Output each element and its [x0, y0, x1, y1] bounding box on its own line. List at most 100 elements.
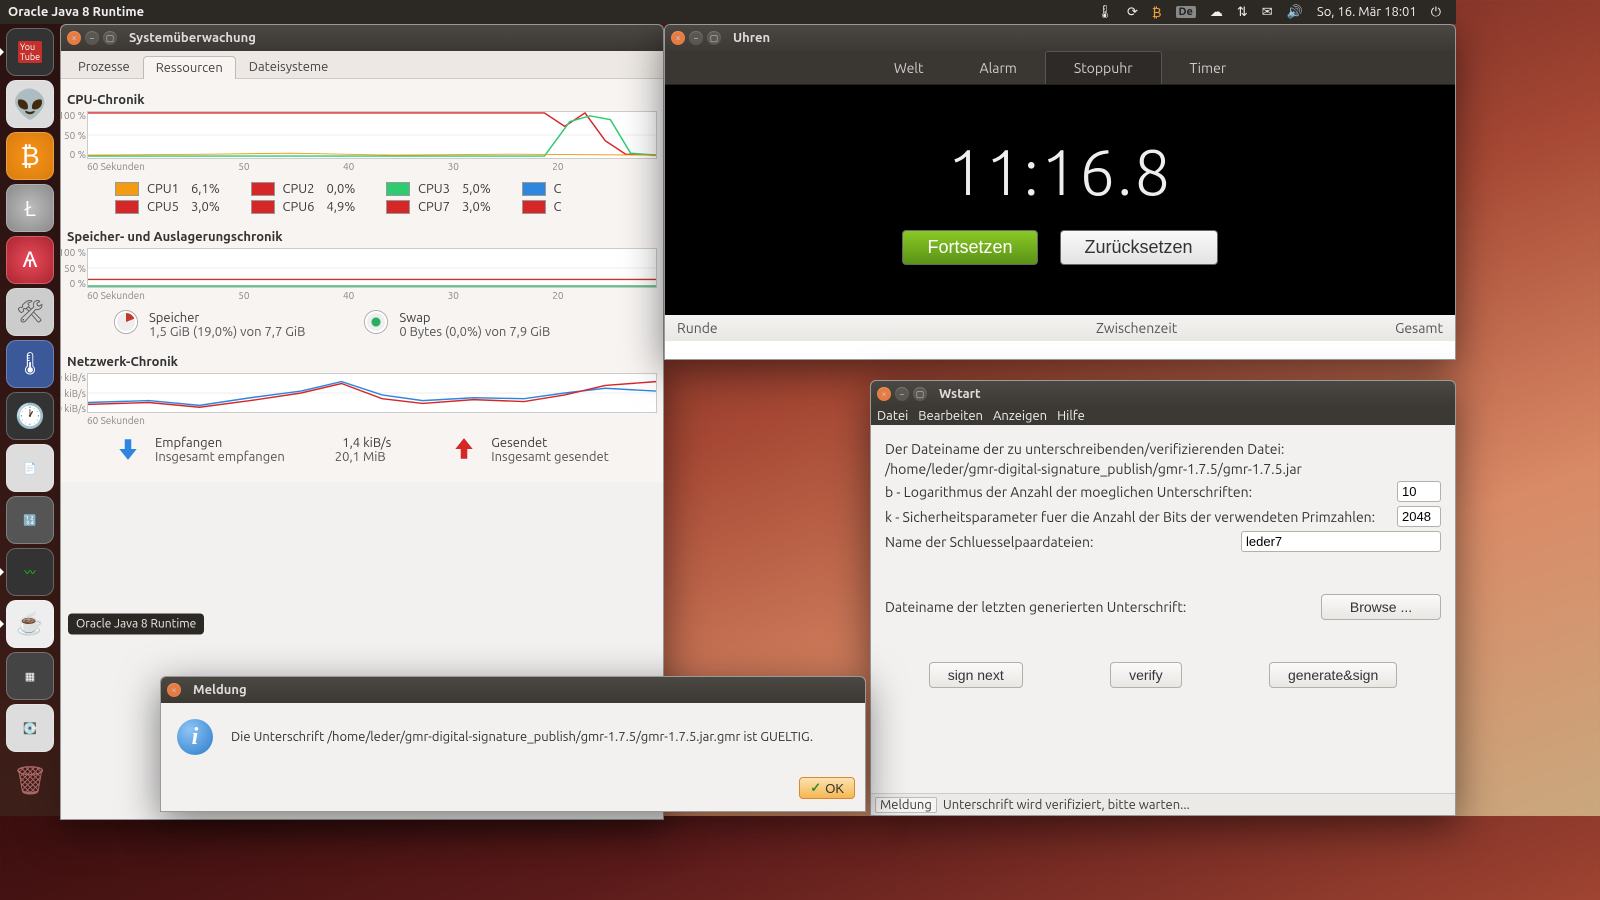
verify-button[interactable]: verify [1110, 662, 1181, 688]
launcher-drive[interactable]: 💽 [6, 704, 54, 752]
tab-filesystems[interactable]: Dateisysteme [236, 55, 341, 78]
cpu-legend-item: CPU16,1% [115, 182, 231, 196]
cpu-legend-item: C [522, 182, 638, 196]
clock-text[interactable]: So, 16. Mär 18:01 [1317, 5, 1417, 19]
cpu-chart: 100 %50 %0 % [87, 111, 657, 159]
close-icon[interactable]: × [671, 31, 685, 45]
close-icon[interactable]: × [877, 387, 891, 401]
launcher-app-red[interactable]: Ѧ [6, 236, 54, 284]
cpu-section-title: CPU-Chronik [67, 87, 657, 111]
tab-stopwatch[interactable]: Stoppuhr [1045, 51, 1162, 84]
app-title: Oracle Java 8 Runtime [8, 5, 144, 19]
cpu-xaxis: 60 Sekunden50403020 [87, 161, 657, 172]
cpu-legend-item: CPU35,0% [386, 182, 502, 196]
ok-button[interactable]: ✓ OK [799, 777, 855, 799]
launcher-youtube[interactable]: YouTube [6, 28, 54, 76]
sign-next-button[interactable]: sign next [929, 662, 1023, 688]
menu-file[interactable]: Datei [877, 409, 908, 423]
temperature-icon[interactable]: 🌡 [1096, 5, 1113, 20]
sysmon-titlebar[interactable]: × − ▢ Systemüberwachung [61, 25, 663, 51]
sync-icon[interactable]: ⟳ [1127, 5, 1138, 20]
keyboard-indicator[interactable]: De [1176, 6, 1196, 18]
sysmon-title: Systemüberwachung [129, 31, 256, 45]
bitcoin-icon[interactable]: ₿ [1152, 5, 1162, 20]
menu-edit[interactable]: Bearbeiten [918, 409, 983, 423]
launcher: YouTube 👽 ₿ Ł Ѧ 🛠 🌡 🕐 📄 🔢 〰 ☕ Oracle Jav… [0, 24, 60, 816]
tab-timer[interactable]: Timer [1162, 52, 1255, 84]
messages-icon[interactable]: ✉ [1262, 5, 1273, 20]
launcher-java[interactable]: ☕ Oracle Java 8 Runtime [6, 600, 54, 648]
net-send: Gesendet Insgesamt gesendet [451, 436, 608, 464]
k-input[interactable] [1397, 506, 1441, 527]
lastsig-label: Dateiname der letzten generierten Unters… [885, 599, 1313, 615]
message-dialog: × Meldung i Die Unterschrift /home/leder… [160, 676, 866, 812]
keyname-input[interactable] [1241, 531, 1441, 552]
tab-world[interactable]: Welt [866, 52, 952, 84]
launcher-calculator[interactable]: 🔢 [6, 496, 54, 544]
net-chart: 5,0 kiB/s2,5 kiB/s0 kiB/s [87, 373, 657, 413]
stopwatch-time: 11:16.8 [947, 136, 1172, 208]
cpu-legend-item: CPU73,0% [386, 200, 502, 214]
lap-header: Runde Zwischenzeit Gesamt [665, 315, 1455, 341]
launcher-system-monitor[interactable]: 〰 [6, 548, 54, 596]
network-icon[interactable]: ⇅ [1237, 5, 1248, 20]
tab-alarm[interactable]: Alarm [951, 52, 1044, 84]
filepath-value: /home/leder/gmr-digital-signature_publis… [885, 461, 1441, 477]
reset-button[interactable]: Zurücksetzen [1060, 230, 1218, 265]
dialog-title: Meldung [193, 683, 247, 697]
net-recv: Empfangen1,4 kiB/s Insgesamt empfangen20… [115, 436, 391, 464]
maximize-icon[interactable]: ▢ [103, 31, 117, 45]
launcher-bitcoin[interactable]: ₿ [6, 132, 54, 180]
upload-arrow-icon [451, 436, 477, 462]
close-icon[interactable]: × [167, 683, 181, 697]
launcher-settings[interactable]: 🛠 [6, 288, 54, 336]
cpu-legend: CPU16,1%CPU20,0%CPU35,0%CCPU53,0%CPU64,9… [67, 176, 657, 224]
mem-chart: 100 %50 %0 % [87, 248, 657, 288]
launcher-litecoin[interactable]: Ł [6, 184, 54, 232]
volume-icon[interactable]: 🔊 [1287, 5, 1303, 20]
continue-button[interactable]: Fortsetzen [902, 230, 1037, 265]
maximize-icon[interactable]: ▢ [707, 31, 721, 45]
clocks-title: Uhren [733, 31, 770, 45]
top-panel: Oracle Java 8 Runtime 🌡 ⟳ ₿ De ☁ ⇅ ✉ 🔊 S… [0, 0, 1456, 24]
wstart-statusbar: Meldung Unterschrift wird verifiziert, b… [871, 793, 1455, 815]
tab-resources[interactable]: Ressourcen [143, 56, 236, 79]
sysmon-tabs: Prozesse Ressourcen Dateisysteme [61, 51, 663, 79]
status-tag: Meldung [875, 797, 937, 813]
wstart-title: Wstart [939, 387, 981, 401]
info-icon: i [177, 719, 213, 755]
wstart-menubar: Datei Bearbeiten Anzeigen Hilfe [871, 407, 1455, 425]
launcher-tooltip: Oracle Java 8 Runtime [68, 614, 204, 635]
browse-button[interactable]: Browse ... [1321, 594, 1441, 620]
launcher-reddit[interactable]: 👽 [6, 80, 54, 128]
memory-legend: Speicher1,5 GiB (19,0%) von 7,7 GiB [115, 311, 305, 339]
minimize-icon[interactable]: − [689, 31, 703, 45]
keyname-label: Name der Schluesselpaardateien: [885, 534, 1233, 550]
minimize-icon[interactable]: − [85, 31, 99, 45]
generate-sign-button[interactable]: generate&sign [1269, 662, 1397, 688]
clocks-titlebar[interactable]: × − ▢ Uhren [665, 25, 1455, 51]
wstart-titlebar[interactable]: × − ▢ Wstart [871, 381, 1455, 407]
menu-view[interactable]: Anzeigen [993, 409, 1047, 423]
tab-processes[interactable]: Prozesse [65, 55, 143, 78]
launcher-thermometer[interactable]: 🌡 [6, 340, 54, 388]
maximize-icon[interactable]: ▢ [913, 387, 927, 401]
minimize-icon[interactable]: − [895, 387, 909, 401]
launcher-clock[interactable]: 🕐 [6, 392, 54, 440]
launcher-text-editor[interactable]: 📄 [6, 444, 54, 492]
cloud-icon[interactable]: ☁ [1210, 5, 1223, 20]
cpu-legend-item: CPU20,0% [251, 182, 367, 196]
launcher-trash[interactable]: 🗑 [6, 756, 54, 804]
k-label: k - Sicherheitsparameter fuer die Anzahl… [885, 509, 1389, 525]
menu-help[interactable]: Hilfe [1057, 409, 1085, 423]
b-input[interactable] [1397, 481, 1441, 502]
status-text: Unterschrift wird verifiziert, bitte war… [943, 798, 1190, 812]
launcher-workspaces[interactable]: ▦ [6, 652, 54, 700]
clocks-window: × − ▢ Uhren Welt Alarm Stoppuhr Timer 11… [664, 24, 1456, 360]
power-icon[interactable]: ⏻ [1431, 5, 1441, 20]
close-icon[interactable]: × [67, 31, 81, 45]
filename-label: Der Dateiname der zu unterschreibenden/v… [885, 441, 1441, 457]
mem-section-title: Speicher- und Auslagerungschronik [67, 224, 657, 248]
dialog-titlebar[interactable]: × Meldung [161, 677, 865, 703]
net-section-title: Netzwerk-Chronik [67, 349, 657, 373]
